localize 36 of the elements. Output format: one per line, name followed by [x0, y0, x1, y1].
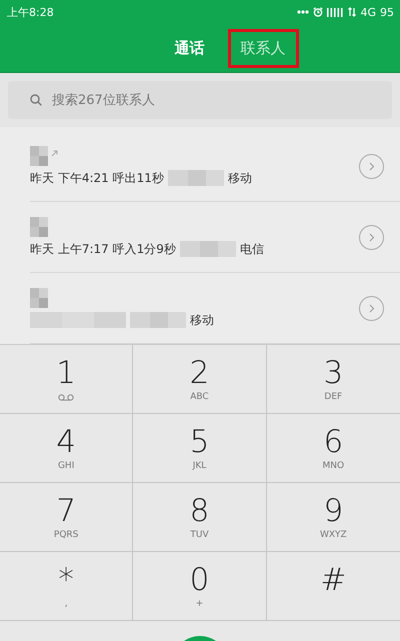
carrier-name: 电信: [240, 240, 264, 258]
dial-key[interactable]: 3 DEF: [266, 345, 400, 414]
details-button[interactable]: [359, 224, 384, 250]
dial-key[interactable]: 1: [0, 345, 134, 414]
details-button[interactable]: [359, 296, 384, 320]
chevron-icon: [368, 232, 374, 242]
dial-key[interactable]: 7 PQRS: [0, 483, 134, 552]
more-dots-icon: [297, 10, 310, 14]
call-detail: 昨天 下午4:21 呼出11秒: [30, 170, 164, 186]
alarm-icon: [313, 7, 324, 17]
pixelated-location: [168, 170, 224, 186]
signal-icon: [327, 8, 344, 16]
dial-key[interactable]: 6 MNO: [266, 414, 400, 483]
pixelated-location: [130, 312, 186, 328]
dial-key[interactable]: 9 WXYZ: [266, 483, 400, 552]
search-field[interactable]: 搜索267位联系人: [8, 81, 392, 119]
details-button[interactable]: [359, 154, 384, 178]
data-arrows-icon: [348, 7, 356, 17]
carrier-name: 移动: [190, 312, 214, 328]
chevron-icon: [368, 162, 374, 170]
chevron-icon: [368, 304, 374, 312]
battery-level: 95: [380, 6, 394, 18]
pixelated-name: [30, 216, 48, 236]
pixelated-name: [30, 288, 48, 308]
pixelated-location: [180, 241, 236, 257]
dial-key[interactable]: 2 ABC: [133, 345, 267, 414]
status-time: 上午8:28: [7, 4, 54, 20]
dial-key[interactable]: 5 JKL: [133, 414, 267, 483]
carrier-name: 移动: [228, 170, 252, 186]
network-type: 4G: [360, 6, 376, 18]
search-icon: [30, 94, 42, 106]
pixelated-name: [30, 146, 48, 166]
dial-key[interactable]: 8 TUV: [133, 483, 267, 552]
call-detail: 昨天 上午7:17 呼入1分9秒: [30, 240, 176, 258]
voicemail-icon: [58, 394, 74, 400]
dial-key[interactable]: 4 GHI: [0, 414, 134, 483]
